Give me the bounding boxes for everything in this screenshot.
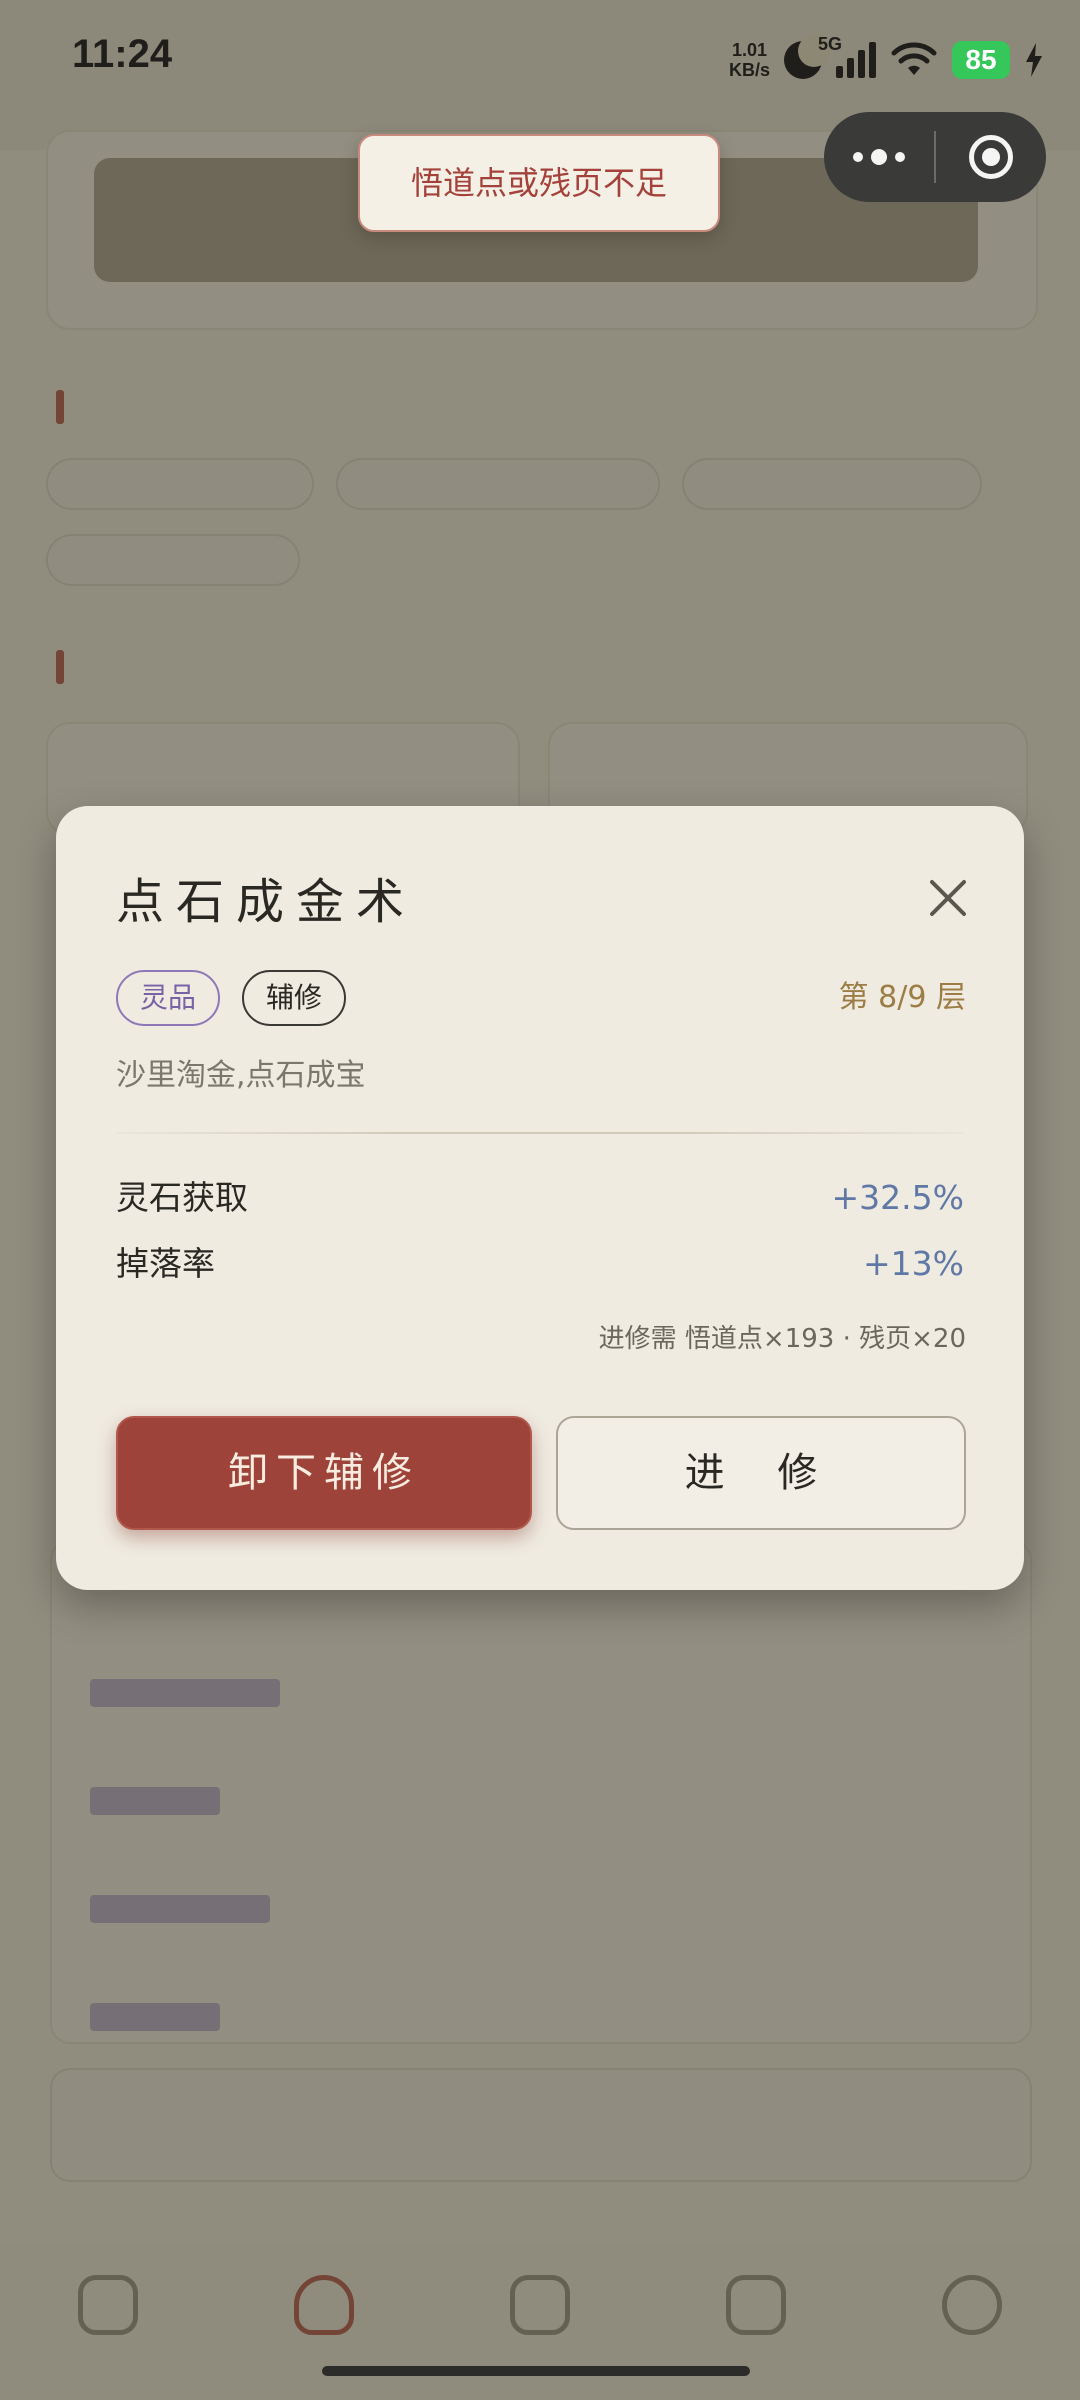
technique-detail-modal: 点石成金术 灵品 辅修 第 8/9 层 沙里淘金,点石成宝 灵石获取 +32.5…: [56, 806, 1024, 1590]
unequip-button[interactable]: 卸下辅修: [116, 1416, 532, 1530]
miniprogram-capsule: [824, 112, 1046, 202]
stat-value: +13%: [863, 1244, 964, 1283]
close-miniprogram-button[interactable]: [936, 112, 1046, 202]
divider: [116, 1132, 964, 1134]
status-time: 11:24: [72, 32, 173, 76]
net-speed-unit: KB/s: [728, 60, 770, 80]
wifi-icon: [891, 42, 937, 75]
do-not-disturb-icon: [784, 35, 830, 79]
layer-progress: 第 8/9 层: [838, 980, 966, 1015]
stat-name: 掉落率: [116, 1244, 215, 1283]
more-dot-icon: [853, 152, 863, 162]
network-type: 5G: [818, 34, 843, 54]
role-tag: 辅修: [242, 970, 346, 1026]
screen: 11:24 1.01 KB/s 5G 85 悟道点或残页不足 点石成金术 灵品 …: [0, 0, 1080, 2400]
stat-row: 灵石获取 +32.5%: [116, 1170, 964, 1226]
more-dot-icon: [895, 152, 905, 162]
charging-icon: [1026, 43, 1042, 77]
modal-title: 点石成金术: [116, 874, 417, 930]
target-circle-icon: [969, 135, 1013, 179]
technique-description: 沙里淘金,点石成宝: [116, 1058, 366, 1093]
net-speed: 1.01 KB/s: [729, 40, 770, 80]
status-icons: 1.01 KB/s 5G 85: [729, 30, 1044, 90]
stat-row: 掉落率 +13%: [116, 1236, 964, 1292]
advance-button[interactable]: 进 修: [556, 1416, 966, 1530]
net-speed-value: 1.01: [731, 40, 768, 60]
more-dot-icon: [871, 149, 887, 165]
stat-value: +32.5%: [831, 1178, 964, 1217]
stat-name: 灵石获取: [116, 1178, 248, 1217]
home-indicator[interactable]: [322, 2366, 750, 2376]
toast-message: 悟道点或残页不足: [358, 134, 720, 232]
advance-requirement: 进修需 悟道点×193 · 残页×20: [598, 1324, 966, 1354]
cellular-signal-icon: 5G: [818, 34, 876, 78]
close-icon[interactable]: [912, 862, 984, 934]
more-options-button[interactable]: [824, 112, 934, 202]
grade-tag: 灵品: [116, 970, 220, 1026]
battery-indicator: 85: [952, 41, 1010, 79]
